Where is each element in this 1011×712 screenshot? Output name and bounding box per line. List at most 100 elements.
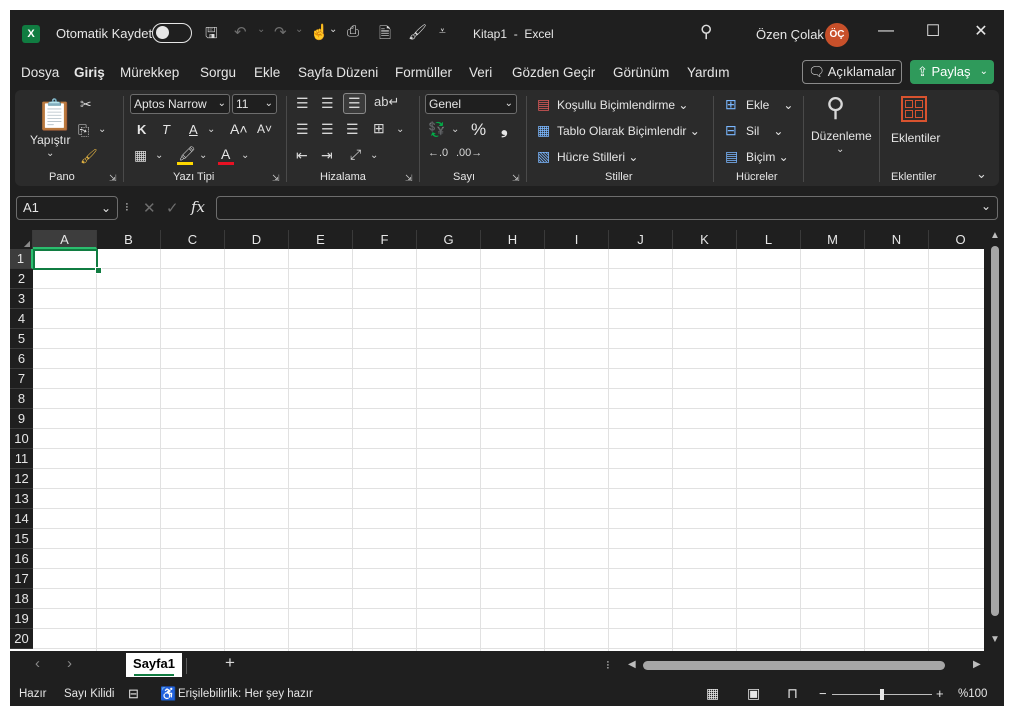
enter-icon[interactable]: ✓ bbox=[166, 199, 179, 217]
borders-icon[interactable]: ▦ bbox=[134, 147, 147, 164]
redo-icon[interactable]: ↷ bbox=[274, 23, 287, 41]
tab-yardim[interactable]: Yardım bbox=[687, 65, 730, 80]
italic-button[interactable]: T bbox=[162, 122, 170, 137]
accessibility-icon[interactable]: ♿ bbox=[160, 686, 176, 702]
cell-styles-button[interactable]: Hücre Stilleri ⌄ bbox=[557, 150, 638, 164]
paste-label[interactable]: Yapıştır bbox=[30, 133, 70, 147]
normal-view-icon[interactable]: ▦ bbox=[706, 685, 719, 702]
share-button[interactable]: ⇪ Paylaş ⌄ bbox=[910, 60, 994, 84]
font-color-dropdown-icon[interactable]: ⌄ bbox=[241, 150, 249, 161]
underline-dropdown-icon[interactable]: ⌄ bbox=[207, 124, 215, 135]
document-icon[interactable]: 🗎 bbox=[379, 23, 391, 48]
conditional-format-icon[interactable]: ▤ bbox=[537, 96, 550, 113]
delete-cells-button[interactable]: Sil ⌄ bbox=[746, 124, 783, 138]
column-header[interactable]: B bbox=[97, 230, 161, 249]
expand-formula-icon[interactable]: ⌄ bbox=[981, 199, 991, 213]
zoom-level[interactable]: %100 bbox=[958, 688, 987, 700]
orientation-dropdown-icon[interactable]: ⌄ bbox=[370, 150, 378, 161]
name-box[interactable]: A1 ⌄ bbox=[16, 196, 118, 220]
row-header[interactable]: 5 bbox=[10, 329, 33, 349]
collapse-ribbon-icon[interactable]: ⌄ bbox=[976, 166, 987, 182]
cut-icon[interactable]: ✂ bbox=[80, 96, 92, 113]
align-bottom-button[interactable]: ☰ bbox=[343, 93, 366, 114]
status-accessibility[interactable]: Erişilebilirlik: Her şey hazır bbox=[178, 688, 313, 700]
close-icon[interactable]: ✕ bbox=[966, 21, 996, 41]
row-header[interactable]: 14 bbox=[10, 509, 33, 529]
format-painter-icon[interactable]: 🖌 bbox=[408, 23, 427, 41]
save-icon[interactable]: 🖫 bbox=[205, 23, 218, 48]
page-layout-view-icon[interactable]: ▣ bbox=[747, 685, 760, 702]
row-header[interactable]: 1 bbox=[10, 249, 33, 269]
zoom-out-button[interactable]: − bbox=[819, 686, 827, 701]
format-table-button[interactable]: Tablo Olarak Biçimlendir ⌄ bbox=[557, 124, 700, 138]
format-cells-icon[interactable]: ▤ bbox=[725, 148, 738, 165]
search-icon[interactable]: ⚲ bbox=[700, 22, 712, 42]
fill-color-icon[interactable]: 🖍 bbox=[178, 145, 196, 162]
column-header[interactable]: K bbox=[673, 230, 737, 249]
column-header[interactable]: M bbox=[801, 230, 865, 249]
column-header[interactable]: I bbox=[545, 230, 609, 249]
copy-dropdown-icon[interactable]: ⌄ bbox=[98, 124, 106, 135]
tab-ekle[interactable]: Ekle bbox=[254, 65, 280, 80]
fill-handle[interactable] bbox=[95, 267, 102, 274]
customize-toolbar-icon[interactable]: ⩡ bbox=[439, 24, 446, 39]
alignment-launcher-icon[interactable]: ⇲ bbox=[405, 173, 413, 184]
column-header[interactable]: F bbox=[353, 230, 417, 249]
row-header[interactable]: 17 bbox=[10, 569, 33, 589]
column-header[interactable]: D bbox=[225, 230, 289, 249]
row-header[interactable]: 3 bbox=[10, 289, 33, 309]
pano-launcher-icon[interactable]: ⇲ bbox=[109, 173, 117, 184]
horizontal-scroll-thumb[interactable] bbox=[643, 661, 945, 670]
number-launcher-icon[interactable]: ⇲ bbox=[512, 173, 520, 184]
vertical-scrollbar[interactable]: ▲ ▼ bbox=[986, 230, 1004, 651]
align-top-icon[interactable]: ☰ bbox=[296, 95, 309, 112]
row-header[interactable]: 7 bbox=[10, 369, 33, 389]
zoom-slider-thumb[interactable] bbox=[880, 689, 884, 700]
formula-input[interactable]: ⌄ bbox=[216, 196, 998, 220]
insert-cells-icon[interactable]: ⊞ bbox=[725, 96, 737, 113]
macro-record-icon[interactable]: ⊟ bbox=[128, 686, 139, 702]
row-header[interactable]: 19 bbox=[10, 609, 33, 629]
tab-veri[interactable]: Veri bbox=[469, 65, 492, 80]
row-header[interactable]: 10 bbox=[10, 429, 33, 449]
align-left-icon[interactable]: ☰ bbox=[296, 121, 309, 138]
align-middle-icon[interactable]: ☰ bbox=[321, 95, 334, 112]
insert-cells-button[interactable]: Ekle ⌄ bbox=[746, 98, 793, 112]
tab-formuller[interactable]: Formüller bbox=[395, 65, 452, 80]
undo-dropdown-icon[interactable]: ⌄ bbox=[257, 24, 265, 35]
more-options-icon[interactable]: ⁝ bbox=[606, 658, 610, 672]
column-header[interactable]: G bbox=[417, 230, 481, 249]
decrease-indent-icon[interactable]: ⇤ bbox=[296, 147, 308, 164]
underline-button[interactable]: A bbox=[189, 122, 198, 137]
scroll-left-icon[interactable]: ◀ bbox=[628, 659, 636, 670]
cancel-icon[interactable]: ✕ bbox=[143, 199, 156, 217]
row-header[interactable]: 18 bbox=[10, 589, 33, 609]
tab-sorgu[interactable]: Sorgu bbox=[200, 65, 236, 80]
row-header[interactable]: 4 bbox=[10, 309, 33, 329]
currency-dropdown-icon[interactable]: ⌄ bbox=[451, 124, 459, 135]
font-color-button[interactable]: A bbox=[221, 146, 230, 162]
redo-dropdown-icon[interactable]: ⌄ bbox=[295, 24, 303, 35]
increase-decimal-icon[interactable]: ←.0 bbox=[428, 147, 448, 159]
conditional-format-button[interactable]: Koşullu Biçimlendirme ⌄ bbox=[557, 98, 688, 112]
worksheet-grid[interactable]: ◢ A B C D E F G H I J K L M N O 1 2 3 4 … bbox=[10, 230, 984, 651]
user-name[interactable]: Özen Çolak bbox=[756, 27, 824, 42]
maximize-icon[interactable]: ☐ bbox=[918, 21, 948, 41]
font-launcher-icon[interactable]: ⇲ bbox=[272, 173, 280, 184]
select-all-corner[interactable]: ◢ bbox=[10, 230, 33, 249]
next-sheet-icon[interactable]: › bbox=[67, 655, 72, 672]
insert-function-button[interactable]: fx bbox=[191, 198, 205, 216]
print-preview-icon[interactable]: ⎙ bbox=[347, 23, 359, 40]
grow-font-button[interactable]: A˄ bbox=[230, 121, 248, 137]
align-right-icon[interactable]: ☰ bbox=[346, 121, 359, 138]
orientation-icon[interactable]: ⤢ bbox=[350, 146, 361, 163]
vertical-scroll-thumb[interactable] bbox=[991, 246, 999, 616]
column-header[interactable]: O bbox=[929, 230, 984, 249]
format-painter-icon[interactable]: 🖌 bbox=[80, 148, 98, 165]
format-table-icon[interactable]: ▦ bbox=[537, 122, 550, 139]
wrap-text-icon[interactable]: ab↵ bbox=[374, 94, 399, 110]
bold-button[interactable]: K bbox=[137, 122, 146, 137]
row-header[interactable]: 11 bbox=[10, 449, 33, 469]
align-center-icon[interactable]: ☰ bbox=[321, 121, 334, 138]
prev-sheet-icon[interactable]: ‹ bbox=[35, 655, 40, 672]
